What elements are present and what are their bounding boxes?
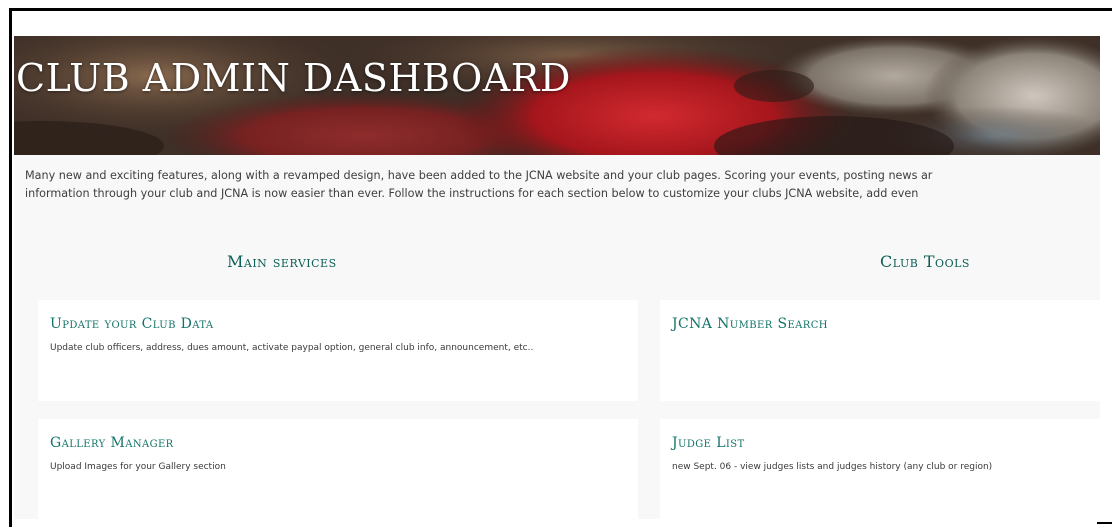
judge-list-card[interactable]: Judge List new Sept. 06 - view judges li… bbox=[660, 419, 1100, 519]
jcna-number-search-link[interactable]: JCNA Number Search bbox=[672, 316, 828, 332]
intro-line-1: Many new and exciting features, along wi… bbox=[25, 169, 933, 182]
judge-list-link[interactable]: Judge List bbox=[672, 435, 745, 451]
gallery-manager-card[interactable]: Gallery Manager Upload Images for your G… bbox=[38, 419, 638, 519]
judge-list-description: new Sept. 06 - view judges lists and jud… bbox=[672, 462, 993, 472]
update-club-data-link[interactable]: Update your Club Data bbox=[50, 316, 214, 332]
gallery-manager-description: Upload Images for your Gallery section bbox=[50, 462, 226, 472]
dashboard-page: CLUB ADMIN DASHBOARD Many new and exciti… bbox=[14, 36, 1100, 519]
jcna-number-search-card[interactable]: JCNA Number Search bbox=[660, 300, 1100, 401]
update-club-data-card[interactable]: Update your Club Data Update club office… bbox=[38, 300, 638, 401]
club-tools-heading: Club Tools bbox=[880, 252, 970, 271]
intro-text: Many new and exciting features, along wi… bbox=[25, 167, 1100, 207]
frame-edge bbox=[1097, 522, 1112, 524]
hero-banner: CLUB ADMIN DASHBOARD bbox=[14, 36, 1100, 155]
page-title: CLUB ADMIN DASHBOARD bbox=[16, 56, 571, 100]
main-services-heading: Main services bbox=[227, 252, 337, 271]
intro-line-2: information through your club and JCNA i… bbox=[25, 187, 919, 200]
gallery-manager-link[interactable]: Gallery Manager bbox=[50, 435, 174, 451]
update-club-data-description: Update club officers, address, dues amou… bbox=[50, 343, 534, 353]
